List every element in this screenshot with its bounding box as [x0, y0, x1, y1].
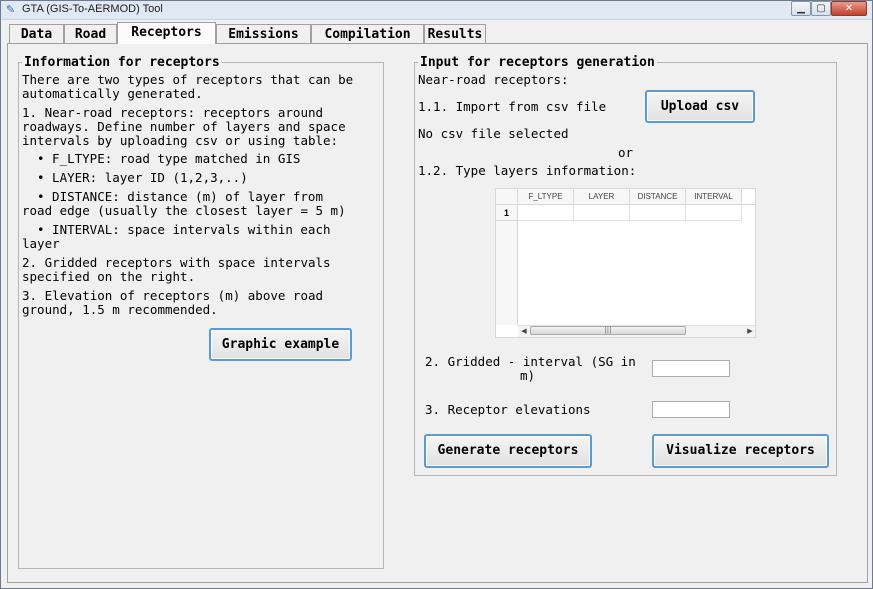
receptor-elevations-label: 3. Receptor elevations	[425, 402, 591, 417]
info-line: • LAYER: layer ID (1,2,3,..)	[37, 170, 248, 185]
info-line: • DISTANCE: distance (m) of layer from	[37, 189, 323, 204]
scroll-right-icon[interactable]: ▶	[745, 326, 755, 337]
upload-csv-button[interactable]: Upload csv	[645, 90, 755, 123]
column-header[interactable]: LAYER	[574, 189, 630, 205]
close-button[interactable]: ✕	[831, 1, 867, 16]
gridded-interval-label: 2. Gridded - interval (SG in	[425, 354, 636, 369]
window-title: GTA (GIS-To-AERMOD) Tool	[22, 3, 163, 15]
info-line: 2. Gridded receptors with space interval…	[22, 255, 331, 270]
table-cell[interactable]	[686, 205, 742, 221]
tab-receptors[interactable]: Receptors	[117, 22, 216, 44]
layers-table[interactable]: F_LTYPE LAYER DISTANCE INTERVAL 1 ◀ ▶	[495, 188, 756, 338]
info-line: roadways. Define number of layers and sp…	[22, 119, 346, 134]
table-corner	[496, 189, 518, 205]
info-line: • F_LTYPE: road type matched in GIS	[37, 151, 301, 166]
info-line: ground, 1.5 m recommended.	[22, 302, 218, 317]
receptor-elevations-input[interactable]	[652, 401, 730, 418]
tab-results[interactable]: Results	[424, 24, 486, 43]
scrollbar-thumb[interactable]: |||	[530, 326, 686, 335]
gridded-interval-input[interactable]	[652, 360, 730, 377]
info-line: • INTERVAL: space intervals within each	[37, 222, 331, 237]
minimize-button[interactable]: ▁	[791, 1, 811, 16]
type-layers-label: 1.2. Type layers information:	[418, 163, 637, 178]
info-line: automatically generated.	[22, 86, 203, 101]
column-header[interactable]: F_LTYPE	[518, 189, 574, 205]
generate-receptors-button[interactable]: Generate receptors	[424, 434, 592, 468]
import-csv-label: 1.1. Import from csv file	[418, 99, 607, 114]
tab-data[interactable]: Data	[9, 24, 64, 43]
info-line: road edge (usually the closest layer = 5…	[22, 203, 346, 218]
column-header-filler	[742, 189, 755, 205]
info-group-title: Information for receptors	[22, 55, 222, 70]
info-line: 1. Near-road receptors: receptors around	[22, 105, 324, 120]
visualize-receptors-button[interactable]: Visualize receptors	[652, 434, 829, 468]
tab-compilation[interactable]: Compilation	[311, 24, 424, 43]
feather-icon: ✎	[6, 3, 16, 16]
info-line: 3. Elevation of receptors (m) above road	[22, 288, 324, 303]
info-line: There are two types of receptors that ca…	[22, 72, 354, 87]
csv-status-text: No csv file selected	[418, 126, 569, 141]
or-label: or	[618, 145, 634, 160]
table-cell[interactable]	[630, 205, 686, 221]
column-header[interactable]: INTERVAL	[686, 189, 742, 205]
table-cell[interactable]	[574, 205, 630, 221]
column-header[interactable]: DISTANCE	[630, 189, 686, 205]
info-line: intervals by uploading csv or using tabl…	[22, 133, 339, 148]
gridded-interval-label-unit: m)	[520, 368, 536, 383]
input-group-title: Input for receptors generation	[418, 55, 657, 70]
maximize-button[interactable]: ▢	[811, 1, 831, 16]
near-road-label: Near-road receptors:	[418, 72, 569, 87]
graphic-example-button[interactable]: Graphic example	[209, 328, 352, 361]
row-header[interactable]: 1	[496, 205, 518, 221]
tab-emissions[interactable]: Emissions	[216, 24, 311, 43]
tab-road[interactable]: Road	[64, 24, 117, 43]
info-line: layer	[22, 236, 60, 251]
scroll-left-icon[interactable]: ◀	[519, 326, 529, 337]
info-line: specified on the right.	[22, 269, 196, 284]
table-cell[interactable]	[518, 205, 574, 221]
row-header-column	[496, 221, 518, 325]
